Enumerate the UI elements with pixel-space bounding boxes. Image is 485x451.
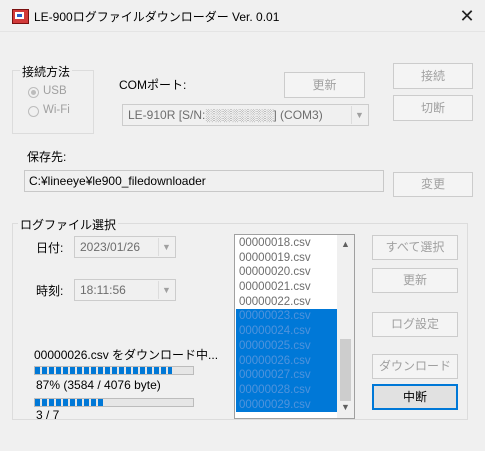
title-bar: LE-900ログファイルダウンローダー Ver. 0.01 ✕ xyxy=(0,0,485,32)
usb-radio[interactable] xyxy=(28,87,39,98)
com-port-select[interactable]: LE-910R [S/N:░░░░░░░░] (COM3) ▼ xyxy=(122,104,369,126)
chevron-down-icon: ▼ xyxy=(158,238,174,256)
scroll-thumb[interactable] xyxy=(340,339,351,401)
file-progress-text: 87% (3584 / 4076 byte) xyxy=(36,378,161,392)
com-refresh-button[interactable]: 更新 xyxy=(284,72,365,98)
overall-progress-text: 3 / 7 xyxy=(36,408,60,422)
list-item[interactable]: 00000022.csv xyxy=(236,295,337,310)
scroll-up-icon[interactable]: ▲ xyxy=(337,239,354,249)
download-button[interactable]: ダウンロード xyxy=(372,354,458,379)
list-item[interactable]: 00000021.csv xyxy=(236,280,337,295)
close-button[interactable]: ✕ xyxy=(449,2,485,30)
overall-progress-bar xyxy=(34,398,194,407)
com-port-value: LE-910R [S/N:░░░░░░░░] (COM3) xyxy=(128,108,323,122)
list-item-selected[interactable]: 00000028.csv xyxy=(236,382,337,398)
file-progress-bar xyxy=(34,366,194,375)
chevron-down-icon: ▼ xyxy=(158,281,174,299)
wifi-radio-label[interactable]: Wi-Fi xyxy=(43,104,70,116)
list-item-selected[interactable]: 00000025.csv xyxy=(236,338,337,354)
file-progress-fill xyxy=(35,367,173,374)
download-status-text: 00000026.csv をダウンロード中... xyxy=(34,348,219,362)
connection-method-label: 接続方法 xyxy=(20,63,73,80)
log-file-group-label: ログファイル選択 xyxy=(18,216,119,233)
save-path-label: 保存先: xyxy=(27,150,67,164)
list-item[interactable]: 00000019.csv xyxy=(236,251,337,266)
overall-progress-fill xyxy=(35,399,103,406)
date-label: 日付: xyxy=(36,241,64,255)
list-item-selected[interactable]: 00000026.csv xyxy=(236,353,337,369)
wifi-radio[interactable] xyxy=(28,106,39,117)
disconnect-button[interactable]: 切断 xyxy=(393,95,473,121)
list-item-selected[interactable]: 00000029.csv xyxy=(236,397,337,413)
change-path-button[interactable]: 変更 xyxy=(393,172,473,197)
date-select[interactable]: 2023/01/26 ▼ xyxy=(74,236,176,258)
chevron-down-icon: ▼ xyxy=(351,106,367,124)
connect-button[interactable]: 接続 xyxy=(393,63,473,89)
date-value: 2023/01/26 xyxy=(80,240,141,254)
scroll-down-icon[interactable]: ▼ xyxy=(337,402,354,412)
file-list-items: 00000018.csv 00000019.csv 00000020.csv 0… xyxy=(236,236,337,413)
list-item[interactable]: 00000020.csv xyxy=(236,265,337,280)
list-item-selected[interactable]: 00000027.csv xyxy=(236,368,337,383)
time-value: 18:11:56 xyxy=(80,283,126,297)
app-icon xyxy=(12,9,29,24)
list-item-selected[interactable]: 00000024.csv xyxy=(236,324,337,339)
list-item-selected[interactable]: 00000023.csv xyxy=(236,309,337,325)
stop-button[interactable]: 中断 xyxy=(372,384,458,410)
time-select[interactable]: 18:11:56 ▼ xyxy=(74,279,176,301)
list-item[interactable]: 00000018.csv xyxy=(236,236,337,251)
time-label: 時刻: xyxy=(36,284,64,298)
com-port-label: COMポート: xyxy=(119,78,187,92)
window-title: LE-900ログファイルダウンローダー Ver. 0.01 xyxy=(34,10,280,24)
list-refresh-button[interactable]: 更新 xyxy=(372,268,458,293)
save-path-field[interactable]: C:¥lineeye¥le900_filedownloader xyxy=(24,170,384,192)
select-all-button[interactable]: すべて選択 xyxy=(372,235,458,260)
file-list-scrollbar[interactable]: ▲ ▼ xyxy=(337,235,354,418)
usb-radio-label[interactable]: USB xyxy=(43,85,67,97)
log-settings-button[interactable]: ログ設定 xyxy=(372,312,458,337)
save-path-value: C:¥lineeye¥le900_filedownloader xyxy=(29,174,206,188)
file-list[interactable]: 00000018.csv 00000019.csv 00000020.csv 0… xyxy=(234,234,355,419)
